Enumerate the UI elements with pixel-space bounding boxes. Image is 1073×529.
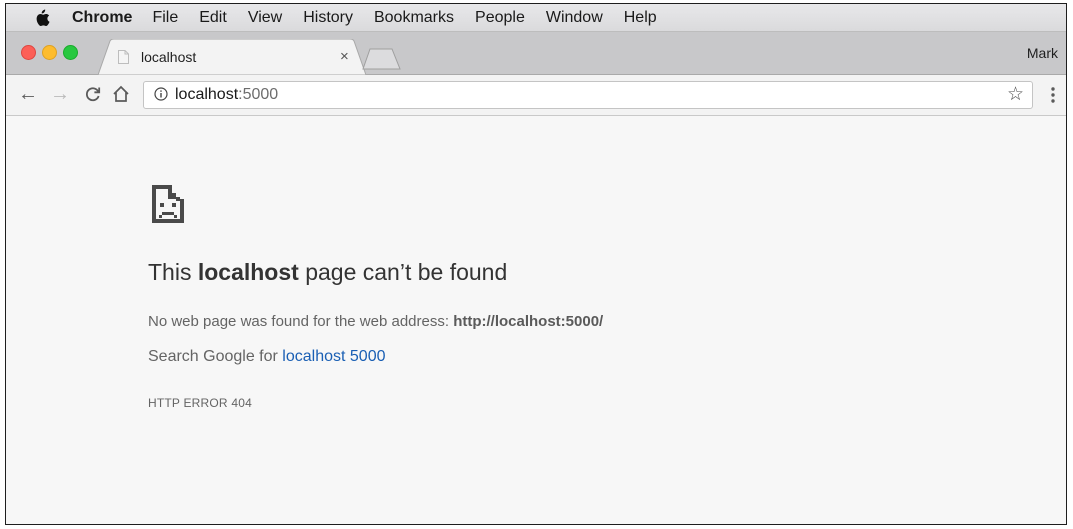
menu-edit[interactable]: Edit <box>199 9 227 27</box>
sad-page-icon <box>152 185 184 223</box>
more-menu-icon[interactable] <box>1051 85 1055 105</box>
profile-name[interactable]: Mark <box>1027 45 1058 61</box>
search-text: Search Google for <box>148 348 283 365</box>
heading-pre: This <box>148 259 198 285</box>
heading-host: localhost <box>197 259 299 285</box>
toolbar: ← → localhost:5000 ☆ <box>6 75 1066 116</box>
menu-people[interactable]: People <box>475 9 525 27</box>
error-description: No web page was found for the web addres… <box>148 313 603 330</box>
close-window-button[interactable] <box>21 45 36 60</box>
bookmark-star-icon[interactable]: ☆ <box>1007 84 1024 106</box>
apple-icon[interactable] <box>34 9 50 27</box>
url-port: :5000 <box>238 86 279 103</box>
minimize-window-button[interactable] <box>42 45 57 60</box>
menu-app-chrome[interactable]: Chrome <box>72 9 132 27</box>
info-icon[interactable] <box>154 87 168 101</box>
menu-view[interactable]: View <box>248 9 282 27</box>
menu-bar: Chrome File Edit View History Bookmarks … <box>6 4 1066 32</box>
search-google-link[interactable]: localhost 5000 <box>282 348 385 365</box>
tab-localhost[interactable]: localhost × <box>98 39 366 75</box>
menu-file[interactable]: File <box>152 9 178 27</box>
error-heading: This localhost page can’t be found <box>148 259 507 286</box>
page-icon <box>118 50 129 64</box>
menu-bookmarks[interactable]: Bookmarks <box>374 9 454 27</box>
maximize-window-button[interactable] <box>63 45 78 60</box>
menu-window[interactable]: Window <box>546 9 603 27</box>
url-host: localhost <box>175 86 239 103</box>
reload-icon[interactable] <box>83 84 103 104</box>
desc-text: No web page was found for the web addres… <box>148 313 454 330</box>
error-code: HTTP ERROR 404 <box>148 396 252 410</box>
page-content: This localhost page can’t be found No we… <box>6 116 1066 524</box>
tab-title: localhost <box>141 49 197 65</box>
url-text[interactable]: localhost:5000 <box>175 86 278 104</box>
new-tab-button[interactable] <box>362 48 402 70</box>
address-bar[interactable]: localhost:5000 ☆ <box>143 81 1033 109</box>
heading-post: page can’t be found <box>298 259 508 285</box>
browser-window: Chrome File Edit View History Bookmarks … <box>5 3 1067 525</box>
search-suggestion: Search Google for localhost 5000 <box>148 348 385 366</box>
menu-help[interactable]: Help <box>624 9 657 27</box>
desc-url: http://localhost:5000/ <box>453 313 604 330</box>
menu-history[interactable]: History <box>303 9 353 27</box>
home-icon[interactable] <box>111 84 131 104</box>
back-arrow-icon[interactable]: ← <box>18 84 38 104</box>
tab-close-icon[interactable]: × <box>340 48 349 65</box>
forward-arrow-icon[interactable]: → <box>50 84 70 104</box>
tab-strip: localhost × Mark <box>6 32 1066 75</box>
